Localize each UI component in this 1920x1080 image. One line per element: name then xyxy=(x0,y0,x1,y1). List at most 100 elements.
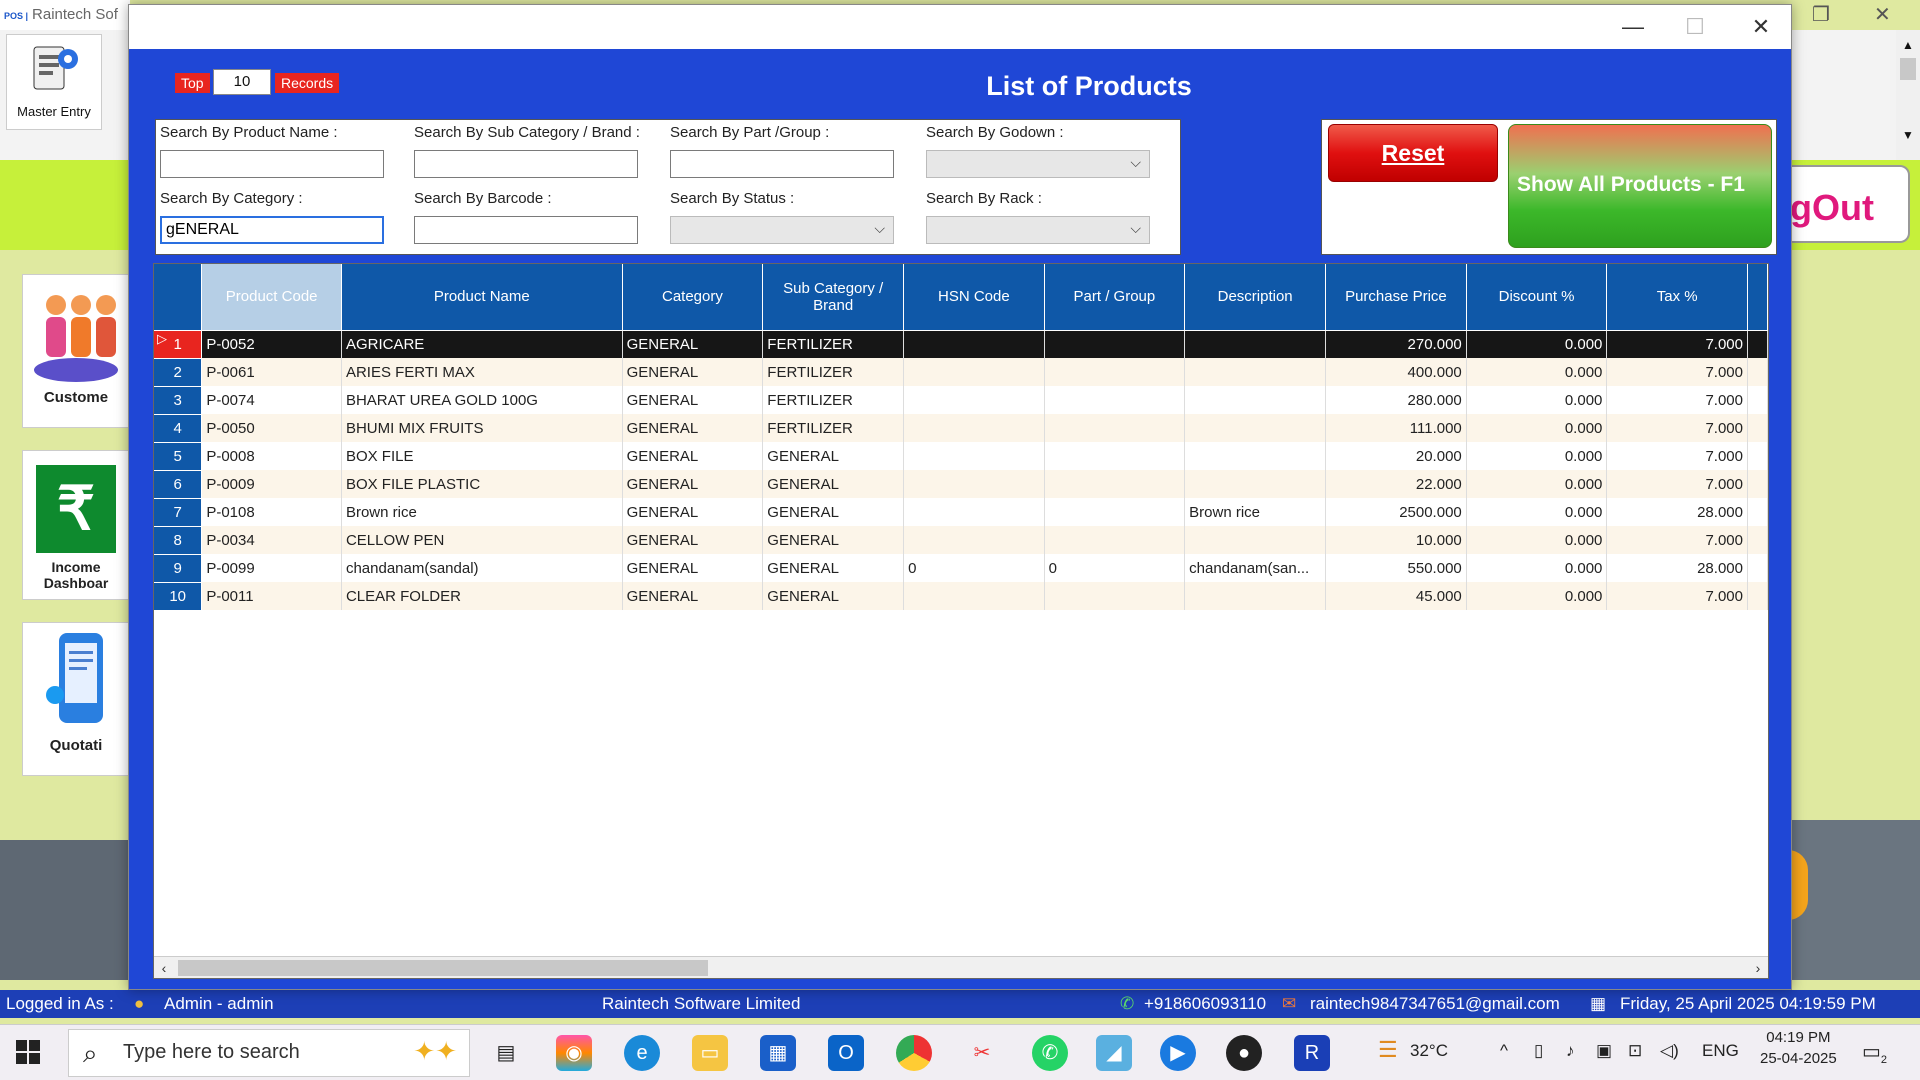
sub-category-cell[interactable]: GENERAL xyxy=(762,582,905,610)
tax-cell[interactable]: 7.000 xyxy=(1606,414,1748,442)
outlook-icon[interactable]: O xyxy=(828,1035,864,1071)
part-group-cell[interactable] xyxy=(1044,442,1186,470)
horizontal-scrollbar[interactable]: ‹ › xyxy=(154,956,1768,978)
row-number-cell[interactable]: 6 xyxy=(154,470,203,499)
hsn-code-cell[interactable] xyxy=(903,358,1045,386)
product-name-cell[interactable]: chandanam(sandal) xyxy=(341,554,623,582)
hsn-code-cell[interactable] xyxy=(903,330,1045,358)
part-group-cell[interactable] xyxy=(1044,358,1186,386)
tax-cell[interactable]: 7.000 xyxy=(1606,526,1748,554)
column-header-product-code[interactable]: Product Code xyxy=(201,264,342,331)
tax-cell[interactable]: 7.000 xyxy=(1606,470,1748,498)
sub-category-cell[interactable]: GENERAL xyxy=(762,554,905,582)
category-cell[interactable]: GENERAL xyxy=(622,358,764,386)
scroll-left-icon[interactable]: ‹ xyxy=(154,957,174,978)
part-group-cell[interactable] xyxy=(1044,582,1186,610)
microsoft-store-icon[interactable]: ▦ xyxy=(760,1035,796,1071)
table-row[interactable]: ▷ 1 P-0052 AGRICARE GENERAL FERTILIZER 270.000… xyxy=(154,330,1768,359)
scroll-down-icon[interactable]: ▼ xyxy=(1896,128,1920,142)
part-group-cell[interactable] xyxy=(1044,498,1186,526)
tray-tablet-icon[interactable]: ▯ xyxy=(1534,1041,1543,1061)
purchase-price-cell[interactable]: 550.000 xyxy=(1325,554,1467,582)
row-number-cell[interactable]: ▷ 1 xyxy=(154,330,203,359)
row-number-cell[interactable]: 4 xyxy=(154,414,203,443)
whatsapp-icon[interactable]: ✆ xyxy=(1032,1035,1068,1071)
purchase-price-cell[interactable]: 270.000 xyxy=(1325,330,1467,358)
weather-icon[interactable]: ☰ xyxy=(1378,1037,1398,1063)
reset-button[interactable]: Reset xyxy=(1328,124,1498,182)
minimize-button[interactable]: — xyxy=(1613,11,1653,43)
description-cell[interactable]: Brown rice xyxy=(1184,498,1327,526)
taskbar-clock[interactable]: 04:19 PM 25-04-2025 xyxy=(1760,1029,1837,1067)
master-entry-button[interactable]: Master Entry xyxy=(6,34,102,130)
sub-category-search-input[interactable] xyxy=(414,150,638,178)
discount-cell[interactable]: 0.000 xyxy=(1466,582,1608,610)
zoom-icon[interactable]: ▶ xyxy=(1160,1035,1196,1071)
product-code-cell[interactable]: P-0008 xyxy=(201,442,342,470)
column-header-description[interactable]: Description xyxy=(1184,264,1327,331)
part-group-cell[interactable] xyxy=(1044,526,1186,554)
table-row[interactable]: 5 P-0008 BOX FILE GENERAL GENERAL 20.000 0.000… xyxy=(154,442,1768,471)
hsn-code-cell[interactable] xyxy=(903,442,1045,470)
scroll-thumb[interactable] xyxy=(1900,58,1916,80)
part-group-cell[interactable] xyxy=(1044,470,1186,498)
product-code-cell[interactable]: P-0034 xyxy=(201,526,342,554)
category-search-input[interactable] xyxy=(160,216,384,244)
file-explorer-icon[interactable]: ▭ xyxy=(692,1035,728,1071)
description-cell[interactable] xyxy=(1184,582,1327,610)
sub-category-cell[interactable]: GENERAL xyxy=(762,470,905,498)
description-cell[interactable]: chandanam(san... xyxy=(1184,554,1327,582)
scroll-up-icon[interactable]: ▲ xyxy=(1896,38,1920,52)
hsn-code-cell[interactable] xyxy=(903,526,1045,554)
table-row[interactable]: 9 P-0099 chandanam(sandal) GENERAL GENERAL 0 0… xyxy=(154,554,1768,583)
hsn-code-cell[interactable] xyxy=(903,386,1045,414)
column-header-part-group[interactable]: Part / Group xyxy=(1044,264,1186,331)
sub-category-cell[interactable]: FERTILIZER xyxy=(762,414,905,442)
part-group-search-input[interactable] xyxy=(670,150,894,178)
part-group-cell[interactable]: 0 xyxy=(1044,554,1186,582)
column-header-category[interactable]: Category xyxy=(622,264,764,331)
purchase-price-cell[interactable]: 280.000 xyxy=(1325,386,1467,414)
product-name-cell[interactable]: BOX FILE PLASTIC xyxy=(341,470,623,498)
hsn-code-cell[interactable] xyxy=(903,470,1045,498)
language-indicator[interactable]: ENG xyxy=(1702,1041,1739,1061)
godown-select[interactable]: ⌵ xyxy=(926,150,1150,178)
product-code-cell[interactable]: P-0052 xyxy=(201,330,342,358)
description-cell[interactable] xyxy=(1184,442,1327,470)
product-name-cell[interactable]: AGRICARE xyxy=(341,330,623,358)
tax-cell[interactable]: 7.000 xyxy=(1606,330,1748,358)
description-cell[interactable] xyxy=(1184,330,1327,358)
outer-restore-icon[interactable]: ❐ xyxy=(1812,2,1830,27)
hsn-code-cell[interactable]: 0 xyxy=(903,554,1045,582)
row-number-cell[interactable]: 5 xyxy=(154,442,203,471)
row-number-cell[interactable]: 3 xyxy=(154,386,203,415)
part-group-cell[interactable] xyxy=(1044,386,1186,414)
customer-tile[interactable]: Custome xyxy=(22,274,130,428)
table-row[interactable]: 6 P-0009 BOX FILE PLASTIC GENERAL GENERAL 22.… xyxy=(154,470,1768,499)
top-records-input[interactable]: 10 xyxy=(213,69,271,95)
table-row[interactable]: 3 P-0074 BHARAT UREA GOLD 100G GENERAL FERTI… xyxy=(154,386,1768,415)
background-scrollbar[interactable]: ▲ ▼ xyxy=(1896,30,1920,160)
column-header-purchase-price[interactable]: Purchase Price xyxy=(1325,264,1467,331)
sub-category-cell[interactable]: GENERAL xyxy=(762,442,905,470)
row-number-cell[interactable]: 8 xyxy=(154,526,203,555)
discount-cell[interactable]: 0.000 xyxy=(1466,386,1608,414)
product-code-cell[interactable]: P-0009 xyxy=(201,470,342,498)
product-code-cell[interactable]: P-0011 xyxy=(201,582,342,610)
table-row[interactable]: 8 P-0034 CELLOW PEN GENERAL GENERAL 10.000 0.0… xyxy=(154,526,1768,555)
barcode-search-input[interactable] xyxy=(414,216,638,244)
tray-display-icon[interactable]: ▣ xyxy=(1596,1041,1612,1061)
description-cell[interactable] xyxy=(1184,358,1327,386)
row-number-cell[interactable]: 2 xyxy=(154,358,203,387)
app-icon[interactable]: ◢ xyxy=(1096,1035,1132,1071)
notification-icon[interactable]: ▭2 xyxy=(1862,1039,1887,1066)
product-code-cell[interactable]: P-0074 xyxy=(201,386,342,414)
hsn-code-cell[interactable] xyxy=(903,414,1045,442)
category-cell[interactable]: GENERAL xyxy=(622,498,764,526)
discount-cell[interactable]: 0.000 xyxy=(1466,358,1608,386)
table-row[interactable]: 4 P-0050 BHUMI MIX FRUITS GENERAL FERTILIZER… xyxy=(154,414,1768,443)
tray-chevron-up-icon[interactable]: ^ xyxy=(1500,1041,1508,1061)
copilot-icon[interactable]: ◉ xyxy=(556,1035,592,1071)
microphone-icon[interactable]: ♪ xyxy=(1566,1041,1575,1061)
products-grid[interactable]: Product Code Product Name Category Sub C… xyxy=(153,263,1769,979)
